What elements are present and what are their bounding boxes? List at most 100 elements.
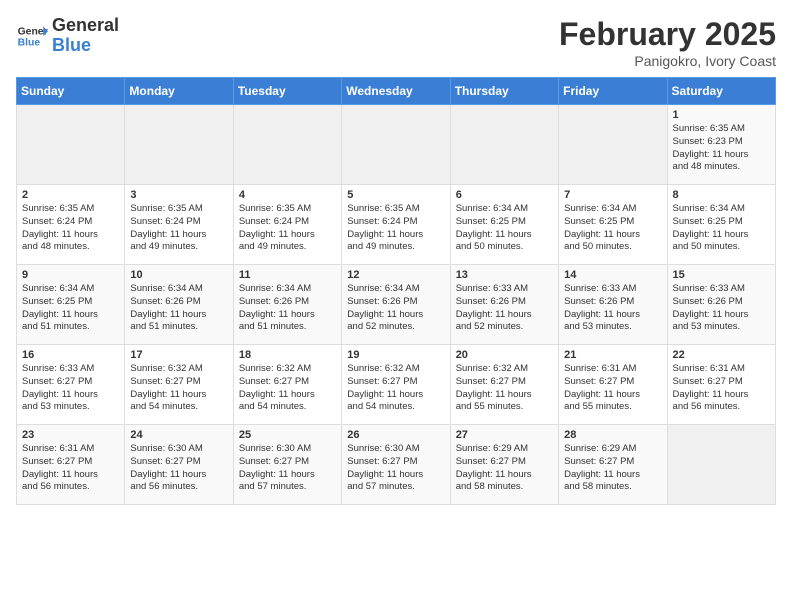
calendar-week-5: 23Sunrise: 6:31 AM Sunset: 6:27 PM Dayli… [17, 425, 776, 505]
day-number: 17 [130, 349, 227, 361]
calendar-week-4: 16 Sunrise: 6:33 AM Sunset: 6:27 PM Dayli… [17, 345, 776, 425]
day-number: 20 [456, 349, 553, 361]
calendar-day-cell [17, 105, 125, 185]
day-info: Sunrise: 6:32 AM Sunset: 6:27 PM Dayligh… [239, 363, 336, 414]
calendar-day-cell: 24 Sunrise: 6:30 AM Sunset: 6:27 PM Dayli… [125, 425, 233, 505]
day-info: Sunrise: 6:31 AM Sunset: 6:27 PM Dayligh… [673, 363, 770, 414]
calendar-day-cell [125, 105, 233, 185]
day-number: 5 [347, 189, 444, 201]
day-info: Sunrise: 6:32 AM Sunset: 6:27 PM Dayligh… [130, 363, 227, 414]
day-info: Sunrise: 6:30 AM Sunset: 6:27 PM Dayligh… [347, 443, 444, 494]
weekday-row: SundayMondayTuesdayWednesdayThursdayFrid… [17, 78, 776, 105]
calendar-day-cell: 1 Sunrise: 6:35 AM Sunset: 6:23 PM Daylig… [667, 105, 775, 185]
day-number: 13 [456, 269, 553, 281]
day-number: 25 [239, 429, 336, 441]
day-info: Sunrise: 6:33 AM Sunset: 6:27 PM Dayligh… [22, 363, 119, 414]
calendar-day-cell: 12Sunrise: 6:34 AM Sunset: 6:26 PM Dayli… [342, 265, 450, 345]
calendar-week-3: 9 Sunrise: 6:34 AM Sunset: 6:25 PM Daylig… [17, 265, 776, 345]
calendar-day-cell [667, 425, 775, 505]
day-number: 2 [22, 189, 119, 201]
day-info: Sunrise: 6:34 AM Sunset: 6:25 PM Dayligh… [673, 203, 770, 254]
day-info: Sunrise: 6:30 AM Sunset: 6:27 PM Dayligh… [130, 443, 227, 494]
calendar-day-cell: 20 Sunrise: 6:32 AM Sunset: 6:27 PM Dayli… [450, 345, 558, 425]
day-info: Sunrise: 6:35 AM Sunset: 6:24 PM Dayligh… [130, 203, 227, 254]
day-info: Sunrise: 6:34 AM Sunset: 6:26 PM Dayligh… [130, 283, 227, 334]
day-number: 23 [22, 429, 119, 441]
day-info: Sunrise: 6:33 AM Sunset: 6:26 PM Dayligh… [673, 283, 770, 334]
calendar-day-cell: 3Sunrise: 6:35 AM Sunset: 6:24 PM Daylig… [125, 185, 233, 265]
month-title: February 2025 [559, 16, 776, 53]
day-number: 26 [347, 429, 444, 441]
day-number: 9 [22, 269, 119, 281]
calendar-day-cell: 13 Sunrise: 6:33 AM Sunset: 6:26 PM Dayli… [450, 265, 558, 345]
day-number: 7 [564, 189, 661, 201]
day-number: 1 [673, 109, 770, 121]
calendar-day-cell: 28 Sunrise: 6:29 AM Sunset: 6:27 PM Dayli… [559, 425, 667, 505]
day-info: Sunrise: 6:35 AM Sunset: 6:24 PM Dayligh… [22, 203, 119, 254]
calendar-day-cell: 8Sunrise: 6:34 AM Sunset: 6:25 PM Daylig… [667, 185, 775, 265]
day-info: Sunrise: 6:35 AM Sunset: 6:24 PM Dayligh… [239, 203, 336, 254]
calendar-day-cell [233, 105, 341, 185]
day-number: 22 [673, 349, 770, 361]
title-block: February 2025 Panigokro, Ivory Coast [559, 16, 776, 69]
calendar-day-cell: 6 Sunrise: 6:34 AM Sunset: 6:25 PM Daylig… [450, 185, 558, 265]
day-info: Sunrise: 6:35 AM Sunset: 6:23 PM Dayligh… [673, 123, 770, 174]
day-number: 10 [130, 269, 227, 281]
calendar-day-cell: 18 Sunrise: 6:32 AM Sunset: 6:27 PM Dayli… [233, 345, 341, 425]
day-info: Sunrise: 6:32 AM Sunset: 6:27 PM Dayligh… [347, 363, 444, 414]
logo-general-text: General [52, 16, 119, 36]
calendar-day-cell: 10 Sunrise: 6:34 AM Sunset: 6:26 PM Dayli… [125, 265, 233, 345]
day-number: 24 [130, 429, 227, 441]
logo-blue-text: Blue [52, 36, 119, 56]
calendar-day-cell [450, 105, 558, 185]
weekday-header-sunday: Sunday [17, 78, 125, 105]
weekday-header-thursday: Thursday [450, 78, 558, 105]
calendar-day-cell: 17 Sunrise: 6:32 AM Sunset: 6:27 PM Dayli… [125, 345, 233, 425]
day-number: 18 [239, 349, 336, 361]
calendar-table: SundayMondayTuesdayWednesdayThursdayFrid… [16, 77, 776, 505]
calendar-day-cell: 5Sunrise: 6:35 AM Sunset: 6:24 PM Daylig… [342, 185, 450, 265]
day-info: Sunrise: 6:33 AM Sunset: 6:26 PM Dayligh… [456, 283, 553, 334]
logo: General Blue General Blue [16, 16, 119, 56]
day-number: 16 [22, 349, 119, 361]
page-header: General Blue General Blue February 2025 … [16, 16, 776, 69]
calendar-day-cell [342, 105, 450, 185]
day-number: 28 [564, 429, 661, 441]
calendar-day-cell: 16 Sunrise: 6:33 AM Sunset: 6:27 PM Dayli… [17, 345, 125, 425]
location-subtitle: Panigokro, Ivory Coast [559, 53, 776, 69]
calendar-day-cell: 25Sunrise: 6:30 AM Sunset: 6:27 PM Dayli… [233, 425, 341, 505]
day-number: 27 [456, 429, 553, 441]
day-number: 12 [347, 269, 444, 281]
calendar-day-cell: 22 Sunrise: 6:31 AM Sunset: 6:27 PM Dayli… [667, 345, 775, 425]
day-info: Sunrise: 6:32 AM Sunset: 6:27 PM Dayligh… [456, 363, 553, 414]
calendar-day-cell: 9 Sunrise: 6:34 AM Sunset: 6:25 PM Daylig… [17, 265, 125, 345]
weekday-header-wednesday: Wednesday [342, 78, 450, 105]
day-number: 14 [564, 269, 661, 281]
day-number: 6 [456, 189, 553, 201]
day-number: 19 [347, 349, 444, 361]
day-number: 21 [564, 349, 661, 361]
day-number: 4 [239, 189, 336, 201]
calendar-day-cell: 15 Sunrise: 6:33 AM Sunset: 6:26 PM Dayli… [667, 265, 775, 345]
day-number: 15 [673, 269, 770, 281]
calendar-day-cell: 14 Sunrise: 6:33 AM Sunset: 6:26 PM Dayli… [559, 265, 667, 345]
day-info: Sunrise: 6:34 AM Sunset: 6:26 PM Dayligh… [239, 283, 336, 334]
weekday-header-tuesday: Tuesday [233, 78, 341, 105]
calendar-body: 1 Sunrise: 6:35 AM Sunset: 6:23 PM Daylig… [17, 105, 776, 505]
logo-icon: General Blue [16, 20, 48, 52]
calendar-day-cell: 4 Sunrise: 6:35 AM Sunset: 6:24 PM Daylig… [233, 185, 341, 265]
weekday-header-friday: Friday [559, 78, 667, 105]
calendar-day-cell [559, 105, 667, 185]
day-info: Sunrise: 6:29 AM Sunset: 6:27 PM Dayligh… [456, 443, 553, 494]
day-info: Sunrise: 6:34 AM Sunset: 6:25 PM Dayligh… [22, 283, 119, 334]
day-info: Sunrise: 6:29 AM Sunset: 6:27 PM Dayligh… [564, 443, 661, 494]
calendar-day-cell: 7 Sunrise: 6:34 AM Sunset: 6:25 PM Daylig… [559, 185, 667, 265]
day-info: Sunrise: 6:34 AM Sunset: 6:25 PM Dayligh… [456, 203, 553, 254]
calendar-week-1: 1 Sunrise: 6:35 AM Sunset: 6:23 PM Daylig… [17, 105, 776, 185]
calendar-day-cell: 2 Sunrise: 6:35 AM Sunset: 6:24 PM Daylig… [17, 185, 125, 265]
calendar-day-cell: 26 Sunrise: 6:30 AM Sunset: 6:27 PM Dayli… [342, 425, 450, 505]
day-info: Sunrise: 6:33 AM Sunset: 6:26 PM Dayligh… [564, 283, 661, 334]
weekday-header-saturday: Saturday [667, 78, 775, 105]
day-info: Sunrise: 6:34 AM Sunset: 6:25 PM Dayligh… [564, 203, 661, 254]
calendar-day-cell: 27 Sunrise: 6:29 AM Sunset: 6:27 PM Dayli… [450, 425, 558, 505]
